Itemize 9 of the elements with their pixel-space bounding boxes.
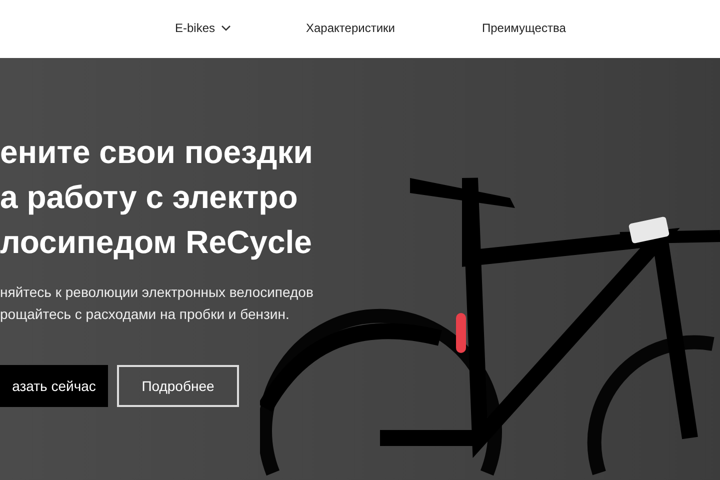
hero-heading: ените свои поездки а работу с электро лосипедом ReCycle [0, 133, 313, 262]
bike-light [456, 313, 466, 353]
hero-subtitle: няйтесь к революции электронных велосипедов рощайтесь с расходами на пробки и бензин. [0, 283, 314, 324]
more-button[interactable]: Подробнее [117, 365, 239, 407]
nav-link[interactable]: Преимущества [482, 19, 566, 37]
nav-link[interactable]: Характеристики [306, 19, 395, 37]
chevron-down-icon [221, 25, 232, 31]
order-button[interactable]: азать сейчас [0, 365, 108, 407]
nav-link[interactable]: E-bikes [175, 19, 232, 37]
